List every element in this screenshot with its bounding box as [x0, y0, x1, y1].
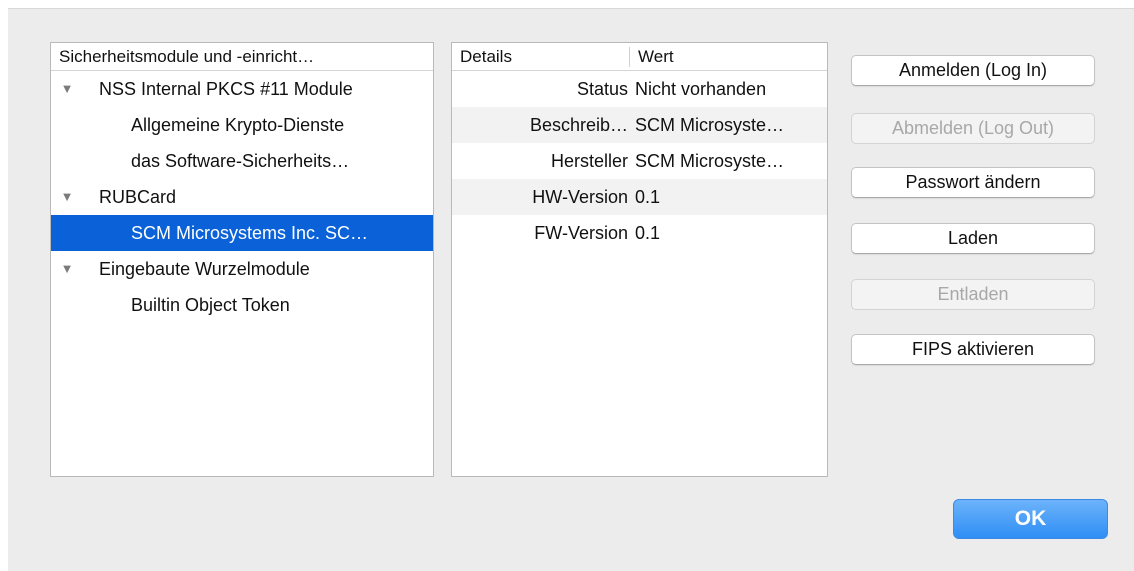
modules-header-label: Sicherheitsmodule und -einricht… — [59, 47, 315, 66]
modules-column-header[interactable]: Sicherheitsmodule und -einricht… — [51, 43, 433, 71]
details-header-label[interactable]: Details — [452, 43, 630, 70]
tree-item-crypto-services[interactable]: Allgemeine Krypto-Dienste — [51, 107, 433, 143]
security-modules-tree[interactable]: Sicherheitsmodule und -einricht… ▼ NSS I… — [50, 42, 434, 477]
disclosure-triangle-icon[interactable]: ▼ — [59, 71, 75, 107]
tree-item-builtin-roots[interactable]: ▼ Eingebaute Wurzelmodule — [51, 251, 433, 287]
details-column-header: Details Wert — [452, 43, 827, 71]
detail-value: SCM Microsyste… — [635, 115, 785, 135]
detail-value: 0.1 — [635, 223, 661, 243]
detail-value: SCM Microsyste… — [635, 151, 785, 171]
disclosure-triangle-icon[interactable]: ▼ — [59, 179, 75, 215]
detail-row-manufacturer[interactable]: Hersteller SCM Microsyste… — [452, 143, 827, 179]
security-devices-dialog: Sicherheitsmodule und -einricht… ▼ NSS I… — [8, 8, 1134, 571]
detail-row-description[interactable]: Beschreib… SCM Microsyste… — [452, 107, 827, 143]
details-table[interactable]: Details Wert Status Nicht vorhanden Besc… — [451, 42, 828, 477]
detail-row-fw-version[interactable]: FW-Version 0.1 — [452, 215, 827, 251]
tree-item-scm-microsystems[interactable]: SCM Microsystems Inc. SC… — [51, 215, 433, 251]
tree-item-rubcard[interactable]: ▼ RUBCard — [51, 179, 433, 215]
detail-key: Hersteller — [550, 151, 628, 171]
value-header-label[interactable]: Wert — [630, 43, 827, 70]
detail-key: FW-Version — [534, 223, 628, 243]
detail-value: 0.1 — [635, 187, 661, 207]
load-button[interactable]: Laden — [851, 223, 1095, 254]
change-password-button[interactable]: Passwort ändern — [851, 167, 1095, 198]
detail-value: Nicht vorhanden — [635, 79, 767, 99]
unload-button[interactable]: Entladen — [851, 279, 1095, 310]
enable-fips-button[interactable]: FIPS aktivieren — [851, 334, 1095, 365]
logout-button[interactable]: Abmelden (Log Out) — [851, 113, 1095, 144]
tree-item-label: SCM Microsystems Inc. SC… — [131, 223, 369, 243]
tree-item-builtin-object-token[interactable]: Builtin Object Token — [51, 287, 433, 323]
tree-item-label: Eingebaute Wurzelmodule — [99, 259, 310, 279]
tree-item-label: NSS Internal PKCS #11 Module — [99, 79, 353, 99]
detail-key: HW-Version — [532, 187, 628, 207]
ok-button[interactable]: OK — [953, 499, 1108, 539]
tree-item-label: das Software-Sicherheits… — [131, 151, 350, 171]
tree-item-label: RUBCard — [99, 187, 177, 207]
detail-row-status[interactable]: Status Nicht vorhanden — [452, 71, 827, 107]
detail-key: Status — [576, 79, 628, 99]
tree-item-software-security[interactable]: das Software-Sicherheits… — [51, 143, 433, 179]
tree-item-nss-internal[interactable]: ▼ NSS Internal PKCS #11 Module — [51, 71, 433, 107]
disclosure-triangle-icon[interactable]: ▼ — [59, 251, 75, 287]
detail-row-hw-version[interactable]: HW-Version 0.1 — [452, 179, 827, 215]
login-button[interactable]: Anmelden (Log In) — [851, 55, 1095, 86]
tree-item-label: Builtin Object Token — [131, 295, 290, 315]
detail-key: Beschreib… — [529, 115, 628, 135]
tree-item-label: Allgemeine Krypto-Dienste — [131, 115, 345, 135]
